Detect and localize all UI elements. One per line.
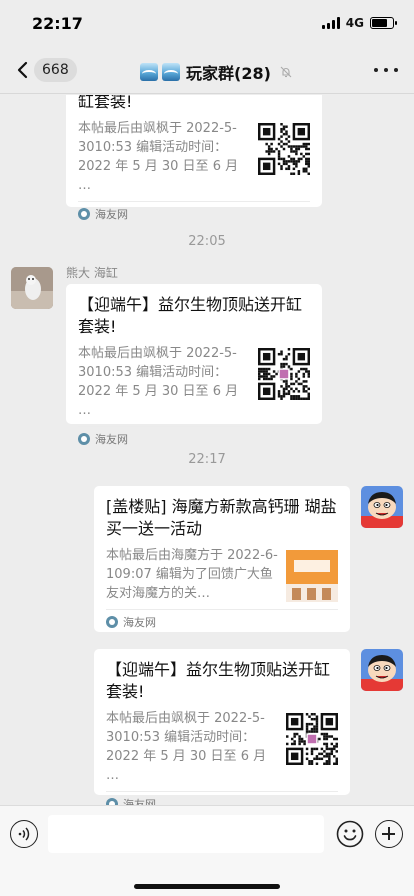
unread-count-badge[interactable]: 668: [34, 58, 77, 82]
smiley-icon[interactable]: [336, 820, 364, 848]
battery-level: [372, 19, 387, 27]
group-name: 玩家群(28): [186, 64, 271, 83]
card-source: 海友网: [78, 201, 310, 226]
bell-slash-icon: [280, 66, 292, 78]
chat-header: 668 玩家群(28): [0, 48, 414, 94]
card-title: 【迎端午】益尔生物顶贴送开缸套装!: [78, 295, 303, 336]
source-name: 海友网: [123, 798, 156, 805]
home-indicator: [134, 884, 280, 889]
qr-code-thumbnail: [258, 348, 310, 400]
card-source: 海友网: [106, 791, 338, 805]
ellipsis-icon[interactable]: [374, 60, 398, 80]
card-description: 本帖最后由飒枫于 2022-5-3010:53 编辑活动时间：2022 年 5 …: [106, 711, 267, 783]
wave-emoji-icon: [162, 63, 180, 81]
haiyou-logo-icon: [78, 208, 90, 220]
message-list[interactable]: 缸套装! 本帖最后由飒枫于 2022-5-3010:53 编辑活动时间：2022…: [0, 95, 414, 805]
status-bar: 22:17 4G: [0, 0, 414, 48]
haiyou-logo-icon: [106, 616, 118, 628]
network-label: 4G: [345, 16, 364, 30]
card-description: 本帖最后由飒枫于 2022-5-3010:53 编辑活动时间：2022 年 5 …: [78, 121, 239, 193]
source-name: 海友网: [95, 433, 128, 446]
link-card-message[interactable]: 【迎端午】益尔生物顶贴送开缸套装! 本帖最后由飒枫于 2022-5-3010:5…: [66, 284, 322, 446]
qr-code-thumbnail: [258, 123, 310, 175]
my-avatar[interactable]: [361, 486, 403, 528]
sender-name: 熊大 海缸: [66, 266, 118, 280]
voice-icon[interactable]: [10, 820, 38, 848]
timestamp: 22:17: [188, 452, 226, 467]
card-description: 本帖最后由飒枫于 2022-5-3010:53 编辑活动时间：2022 年 5 …: [78, 346, 239, 418]
source-name: 海友网: [95, 208, 128, 221]
input-bar: [0, 805, 414, 896]
status-indicators: 4G: [321, 16, 397, 30]
timestamp: 22:05: [188, 234, 226, 249]
link-card-message[interactable]: 缸套装! 本帖最后由飒枫于 2022-5-3010:53 编辑活动时间：2022…: [66, 95, 322, 221]
card-title: 【迎端午】益尔生物顶贴送开缸套装!: [106, 660, 331, 701]
plus-circle-icon[interactable]: [375, 820, 403, 848]
source-name: 海友网: [123, 616, 156, 629]
group-title[interactable]: 玩家群(28): [140, 60, 293, 84]
haiyou-logo-icon: [78, 433, 90, 445]
sender-avatar[interactable]: [11, 267, 53, 309]
card-source: 海友网: [78, 426, 310, 451]
haiyou-logo-icon: [106, 798, 118, 805]
wave-emoji-icon: [140, 63, 158, 81]
my-avatar[interactable]: [361, 649, 403, 691]
link-card-message[interactable]: [盖楼贴] 海魔方新款高钙珊 瑚盐买一送一活动 本帖最后由海魔方于 2022-6…: [94, 486, 350, 632]
card-source: 海友网: [106, 609, 338, 634]
battery-icon: [370, 17, 397, 29]
card-title: [盖楼贴] 海魔方新款高钙珊 瑚盐买一送一活动: [106, 497, 337, 538]
product-thumbnail: [286, 550, 338, 602]
chevron-left-icon[interactable]: [14, 61, 32, 79]
message-input[interactable]: [48, 815, 324, 853]
card-title: 缸套装!: [78, 95, 133, 111]
card-description: 本帖最后由海魔方于 2022-6-109:07 编辑为了回馈广大鱼友对海魔方的关…: [106, 548, 278, 601]
qr-code-thumbnail: [286, 713, 338, 765]
status-time: 22:17: [32, 14, 83, 33]
signal-icon: [321, 17, 340, 29]
link-card-message[interactable]: 【迎端午】益尔生物顶贴送开缸套装! 本帖最后由飒枫于 2022-5-3010:5…: [94, 649, 350, 805]
